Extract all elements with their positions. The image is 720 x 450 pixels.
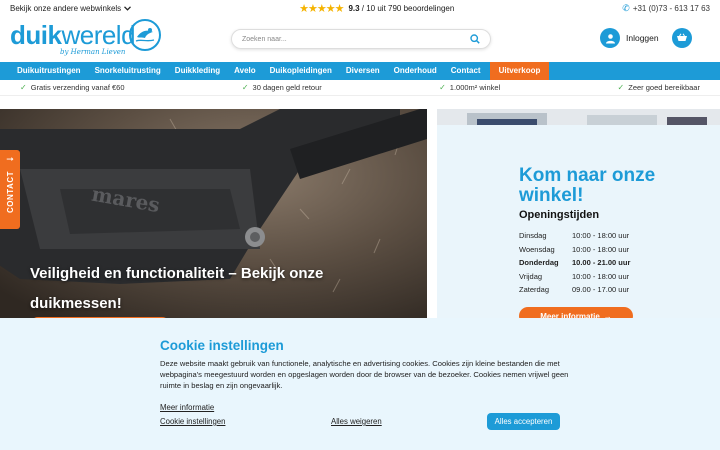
hero-banner[interactable]: mares Veiligheid en functionaliteit – Be…: [0, 109, 427, 329]
nav-item-onderhoud[interactable]: Onderhoud: [387, 62, 444, 80]
hours-row: Zaterdag 09.00 - 17.00 uur: [519, 285, 630, 295]
site-header: duikwereld by Herman Lieven Zoeken naar.…: [0, 16, 720, 62]
logo[interactable]: duikwereld by Herman Lieven: [10, 19, 161, 56]
hours-row: Dinsdag 10:00 - 18:00 uur: [519, 231, 630, 241]
usp-item: ✓ Gratis verzending vanaf €60: [20, 83, 125, 92]
diver-emblem-icon: [129, 19, 161, 51]
cookie-settings-link[interactable]: Cookie instellingen: [160, 417, 225, 426]
opening-hours-table: Dinsdag 10:00 - 18:00 uur Woensdag 10:00 -…: [519, 229, 630, 297]
rating-score: 9.3: [348, 3, 360, 13]
logo-text-thin: wereld: [61, 20, 136, 50]
login-link[interactable]: Inloggen: [600, 28, 659, 48]
phone-link[interactable]: ✆ +31 (0)73 - 613 17 63: [622, 3, 710, 14]
arrow-right-icon: ➞: [6, 154, 14, 164]
hours-row-today: Donderdag 10.00 - 21.00 uur: [519, 258, 631, 268]
hero-title: Veiligheid en functionaliteit – Bekijk o…: [30, 265, 324, 312]
store-info-panel: Kom naar onze winkel! Openingstijden Din…: [437, 125, 720, 325]
other-webshops-dropdown[interactable]: Bekijk onze andere webwinkels: [10, 3, 132, 13]
phone-number: +31 (0)73 - 613 17 63: [632, 3, 710, 13]
check-icon: ✓: [439, 83, 446, 92]
contact-tab-label: CONTACT: [5, 171, 15, 214]
rating-summary[interactable]: ★★★★★ 9.3 / 10 uit 790 beoordelingen: [299, 2, 454, 15]
check-icon: ✓: [20, 83, 27, 92]
store-photo: [437, 109, 720, 125]
cookie-banner: Cookie instellingen Deze website maakt g…: [0, 318, 720, 450]
search-bar[interactable]: Zoeken naar...: [231, 29, 491, 49]
reject-all-link[interactable]: Alles weigeren: [331, 417, 382, 426]
hours-row: Vrijdag 10:00 - 18:00 uur: [519, 271, 630, 281]
phone-icon: ✆: [622, 2, 630, 13]
nav-item-duikkleding[interactable]: Duikkleding: [168, 62, 227, 80]
nav-item-avelo[interactable]: Avelo: [227, 62, 263, 80]
search-input[interactable]: Zoeken naar...: [242, 36, 470, 43]
top-bar: Bekijk onze andere webwinkels ★★★★★ 9.3 …: [0, 0, 720, 16]
usp-item: ✓ 1.000m² winkel: [439, 83, 501, 92]
search-icon[interactable]: [470, 34, 480, 44]
nav-item-duikopleidingen[interactable]: Duikopleidingen: [263, 62, 339, 80]
login-label: Inloggen: [626, 33, 659, 43]
store-title: Kom naar onze winkel!: [519, 165, 656, 206]
accept-all-button[interactable]: Alles accepteren: [487, 413, 560, 430]
contact-side-tab[interactable]: ➞ CONTACT: [0, 150, 20, 229]
chevron-down-icon: [124, 5, 132, 11]
main-nav: Duikuitrustingen Snorkeluitrusting Duikk…: [0, 62, 720, 80]
nav-item-diversen[interactable]: Diversen: [339, 62, 387, 80]
nav-item-uitverkoop[interactable]: Uitverkoop: [489, 62, 550, 80]
cart-icon[interactable]: [672, 28, 692, 48]
usp-item: ✓ Zeer goed bereikbaar: [617, 83, 700, 92]
cookie-description: Deze website maakt gebruik van functione…: [160, 359, 569, 390]
logo-text-bold: duik: [10, 20, 62, 50]
hours-row: Woensdag 10:00 - 18:00 uur: [519, 244, 630, 254]
user-icon: [600, 28, 620, 48]
nav-item-contact[interactable]: Contact: [444, 62, 488, 80]
check-icon: ✓: [617, 83, 625, 92]
nav-item-snorkeluitrusting[interactable]: Snorkeluitrusting: [88, 62, 168, 80]
opening-hours-heading: Openingstijden: [519, 209, 600, 221]
more-info-link[interactable]: Meer informatie: [160, 403, 214, 412]
usp-bar: ✓ Gratis verzending vanaf €60 ✓ 30 dagen g…: [0, 80, 720, 96]
nav-item-duikuitrustingen[interactable]: Duikuitrustingen: [10, 62, 88, 80]
check-icon: ✓: [241, 83, 249, 92]
webshops-label: Bekijk onze andere webwinkels: [10, 3, 122, 13]
usp-item: ✓ 30 dagen geld retour: [241, 83, 322, 92]
cookie-title: Cookie instellingen: [160, 338, 284, 353]
rating-count: / 10 uit 790 beoordelingen: [359, 3, 455, 13]
rating-stars-icon: ★★★★★: [299, 2, 344, 15]
